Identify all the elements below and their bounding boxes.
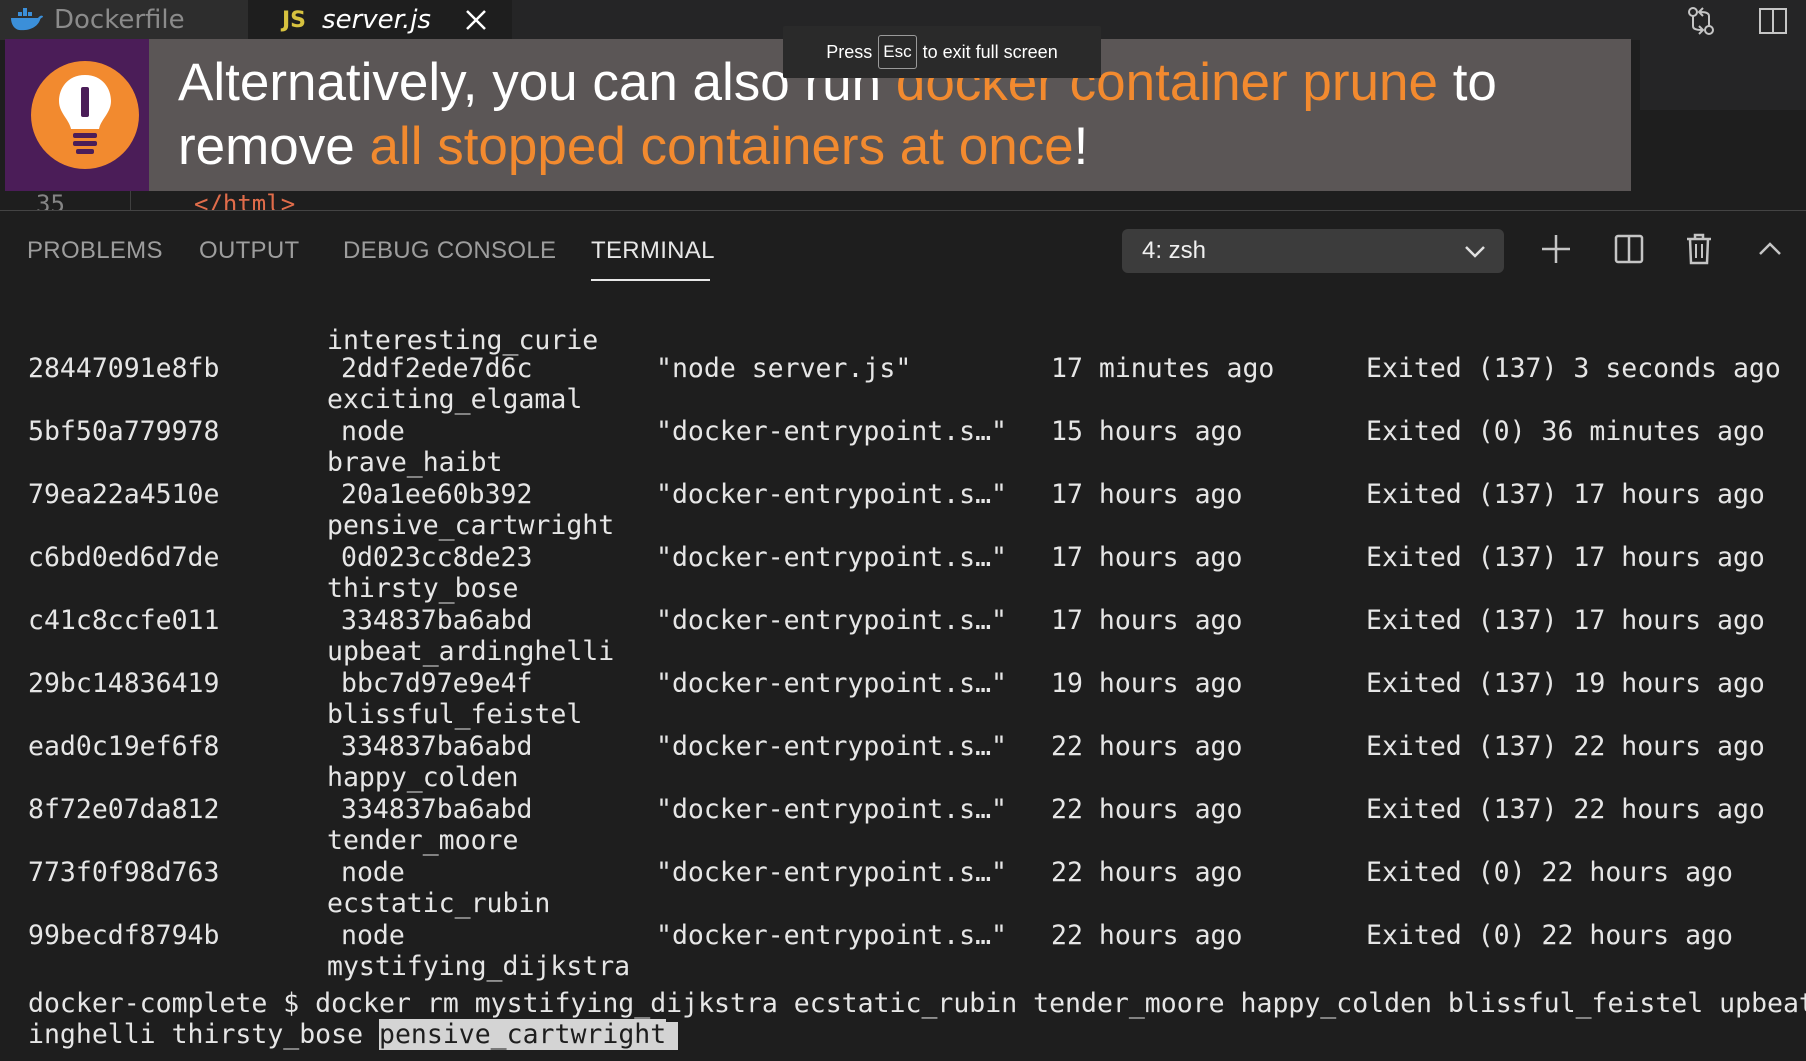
- container-created: 22 hours ago: [1051, 857, 1243, 888]
- container-image: 334837ba6abd: [341, 605, 533, 636]
- container-created: 15 hours ago: [1051, 416, 1243, 447]
- javascript-icon: JS: [282, 7, 307, 33]
- terminal-select[interactable]: 4: zsh: [1122, 229, 1504, 273]
- container-command: "docker-entrypoint.s…": [656, 731, 1007, 762]
- container-id: 8f72e07da812: [28, 794, 220, 825]
- container-created: 17 minutes ago: [1051, 353, 1275, 384]
- container-name: ecstatic_rubin: [327, 888, 551, 919]
- container-image: node: [341, 920, 405, 951]
- container-id: 79ea22a4510e: [28, 479, 220, 510]
- container-name: upbeat_ardinghelli: [327, 636, 615, 667]
- container-id: 773f0f98d763: [28, 857, 220, 888]
- terminal-select-value: 4: zsh: [1142, 237, 1207, 264]
- container-image: 0d023cc8de23: [341, 542, 533, 573]
- tab-terminal[interactable]: TERMINAL: [591, 237, 715, 265]
- fullscreen-hint: Press Esc to exit full screen: [783, 26, 1101, 78]
- container-id: 5bf50a779978: [28, 416, 220, 447]
- container-image: 2ddf2ede7d6c: [341, 353, 533, 384]
- container-command: "docker-entrypoint.s…": [656, 920, 1007, 951]
- tab-server-js[interactable]: JS server.js: [248, 0, 512, 40]
- container-name: pensive_cartwright: [327, 510, 615, 541]
- container-name: brave_haibt: [327, 447, 503, 478]
- tab-dockerfile-label: Dockerfile: [54, 5, 185, 35]
- prompt-continuation-text: inghelli thirsty_bose: [28, 1019, 379, 1050]
- tab-dockerfile[interactable]: Dockerfile: [0, 0, 248, 40]
- terminal-cursor: [666, 1021, 679, 1050]
- active-tab-indicator: [591, 279, 710, 281]
- container-created: 19 hours ago: [1051, 668, 1243, 699]
- tab-debug-console[interactable]: DEBUG CONSOLE: [343, 237, 556, 265]
- trash-icon[interactable]: [1679, 229, 1719, 269]
- container-id: c6bd0ed6d7de: [28, 542, 220, 573]
- container-created: 17 hours ago: [1051, 479, 1243, 510]
- container-status: Exited (0) 22 hours ago: [1366, 857, 1733, 888]
- container-status: Exited (137) 3 seconds ago: [1366, 353, 1781, 384]
- container-name: thirsty_bose: [327, 573, 519, 604]
- tip-text-part-3: !: [1073, 117, 1089, 176]
- container-created: 17 hours ago: [1051, 542, 1243, 573]
- gutter-divider: [130, 190, 131, 210]
- split-terminal-icon[interactable]: [1609, 229, 1649, 269]
- tab-output[interactable]: OUTPUT: [199, 237, 299, 265]
- maximize-panel-icon[interactable]: [1750, 229, 1790, 269]
- container-status: Exited (137) 22 hours ago: [1366, 731, 1765, 762]
- container-command: "docker-entrypoint.s…": [656, 479, 1007, 510]
- container-image: 20a1ee60b392: [341, 479, 533, 510]
- docker-whale-icon: [11, 8, 43, 31]
- container-name: mystifying_dijkstra: [327, 951, 631, 982]
- tip-icon-box: [5, 39, 149, 191]
- container-command: "docker-entrypoint.s…": [656, 857, 1007, 888]
- container-status: Exited (137) 17 hours ago: [1366, 605, 1765, 636]
- container-created: 22 hours ago: [1051, 731, 1243, 762]
- container-command: "node server.js": [656, 353, 912, 384]
- container-image: node: [341, 857, 405, 888]
- container-name: happy_colden: [327, 762, 519, 793]
- terminal-name-line: interesting_curie: [327, 325, 599, 356]
- container-image: node: [341, 416, 405, 447]
- container-command: "docker-entrypoint.s…": [656, 794, 1007, 825]
- container-status: Exited (137) 19 hours ago: [1366, 668, 1765, 699]
- container-name: blissful_feistel: [327, 699, 583, 730]
- container-id: ead0c19ef6f8: [28, 731, 220, 762]
- container-created: 17 hours ago: [1051, 605, 1243, 636]
- container-status: Exited (0) 36 minutes ago: [1366, 416, 1765, 447]
- container-command: "docker-entrypoint.s…": [656, 542, 1007, 573]
- git-compare-icon[interactable]: [1684, 4, 1718, 38]
- container-name: tender_moore: [327, 825, 519, 856]
- container-created: 22 hours ago: [1051, 920, 1243, 951]
- container-status: Exited (137) 17 hours ago: [1366, 479, 1765, 510]
- container-image: 334837ba6abd: [341, 731, 533, 762]
- fullscreen-hint-after: to exit full screen: [922, 41, 1058, 62]
- esc-key: Esc: [878, 35, 917, 69]
- editor-right-area: [1640, 40, 1806, 110]
- panel-header: PROBLEMS OUTPUT DEBUG CONSOLE TERMINAL 4…: [0, 211, 1806, 291]
- container-status: Exited (137) 22 hours ago: [1366, 794, 1765, 825]
- container-command: "docker-entrypoint.s…": [656, 605, 1007, 636]
- container-image: 334837ba6abd: [341, 794, 533, 825]
- container-id: 29bc14836419: [28, 668, 220, 699]
- terminal-prompt-line: docker-complete $ docker rm mystifying_d…: [28, 988, 1806, 1019]
- tip-highlight-phrase: all stopped containers at once: [369, 117, 1074, 176]
- container-name: exciting_elgamal: [327, 384, 583, 415]
- container-id: 99becdf8794b: [28, 920, 220, 951]
- selected-text: pensive_cartwright: [379, 1019, 667, 1050]
- container-id: c41c8ccfe011: [28, 605, 220, 636]
- container-created: 22 hours ago: [1051, 794, 1243, 825]
- fullscreen-hint-before: Press: [826, 41, 873, 62]
- add-terminal-icon[interactable]: [1536, 229, 1576, 269]
- terminal-output[interactable]: interesting_curie 28447091e8fb 2ddf2ede7d…: [0, 291, 1806, 1061]
- terminal-prompt-continuation: inghelli thirsty_bose pensive_cartwright: [28, 1019, 679, 1050]
- container-status: Exited (0) 22 hours ago: [1366, 920, 1733, 951]
- container-image: bbc7d97e9e4f: [341, 668, 533, 699]
- tab-problems[interactable]: PROBLEMS: [27, 237, 163, 265]
- container-id: 28447091e8fb: [28, 353, 220, 384]
- container-status: Exited (137) 17 hours ago: [1366, 542, 1765, 573]
- split-editor-icon[interactable]: [1756, 4, 1790, 38]
- container-command: "docker-entrypoint.s…": [656, 668, 1007, 699]
- container-command: "docker-entrypoint.s…": [656, 416, 1007, 447]
- chevron-down-icon: [1465, 246, 1485, 258]
- tab-server-js-label: server.js: [322, 5, 431, 35]
- close-icon[interactable]: [462, 4, 490, 36]
- lightbulb-icon: [31, 61, 139, 169]
